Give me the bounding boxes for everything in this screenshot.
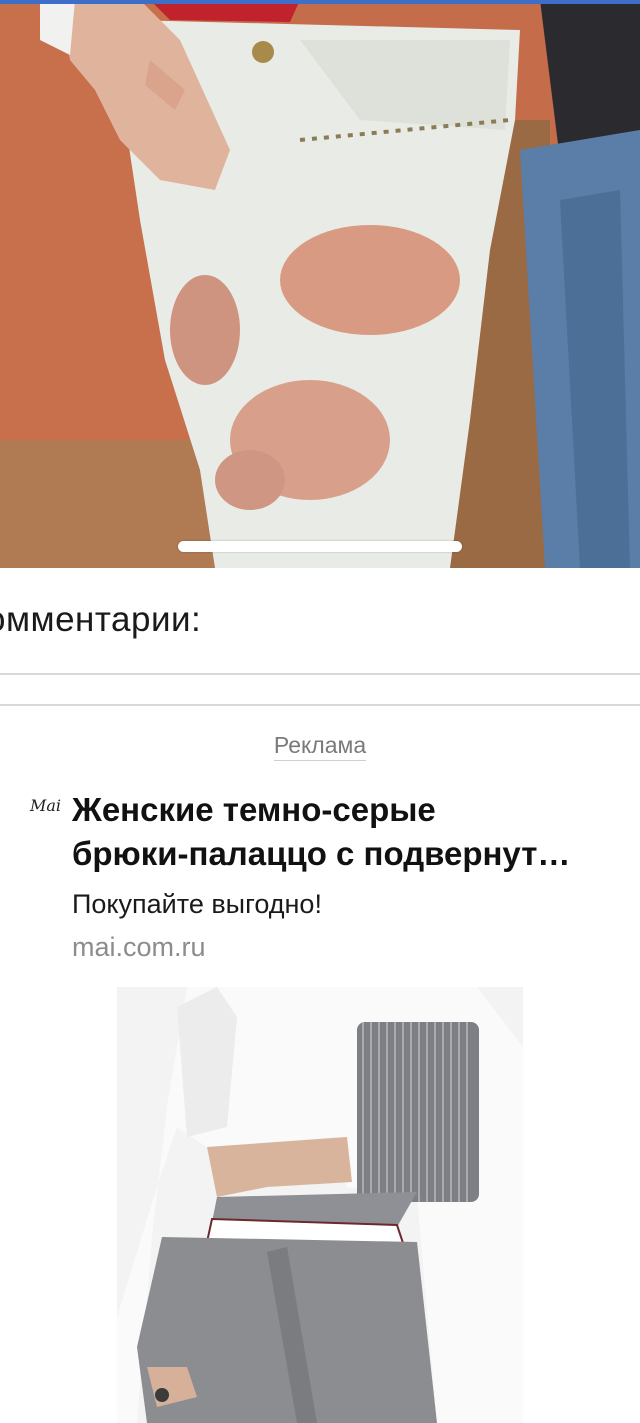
ad-title-link[interactable]: Женские темно-серые брюки-палаццо с подв… <box>72 788 640 876</box>
ad-label: Реклама <box>0 732 640 761</box>
brand-logo-icon[interactable]: Mai <box>30 796 61 815</box>
divider <box>0 673 640 675</box>
ad-image[interactable] <box>117 987 523 1423</box>
ad-domain-link[interactable]: mai.com.ru <box>72 932 206 963</box>
comments-title: омментарии: <box>0 600 202 639</box>
ad-label-text: Реклама <box>273 732 367 761</box>
image-scroll-indicator[interactable] <box>178 541 462 552</box>
photo-jeans-image <box>0 0 640 568</box>
divider <box>0 704 640 706</box>
accent-line <box>0 0 640 4</box>
ad-title-line: Женские темно-серые <box>72 791 436 828</box>
screen: омментарии: Реклама Mai Женские темно-се… <box>0 0 640 1423</box>
post-photo[interactable] <box>0 0 640 568</box>
ad-subtitle: Покупайте выгодно! <box>72 889 322 919</box>
ad-title-line: брюки-палаццо с подвернут… <box>72 835 571 872</box>
photo-trousers-image <box>117 987 523 1423</box>
